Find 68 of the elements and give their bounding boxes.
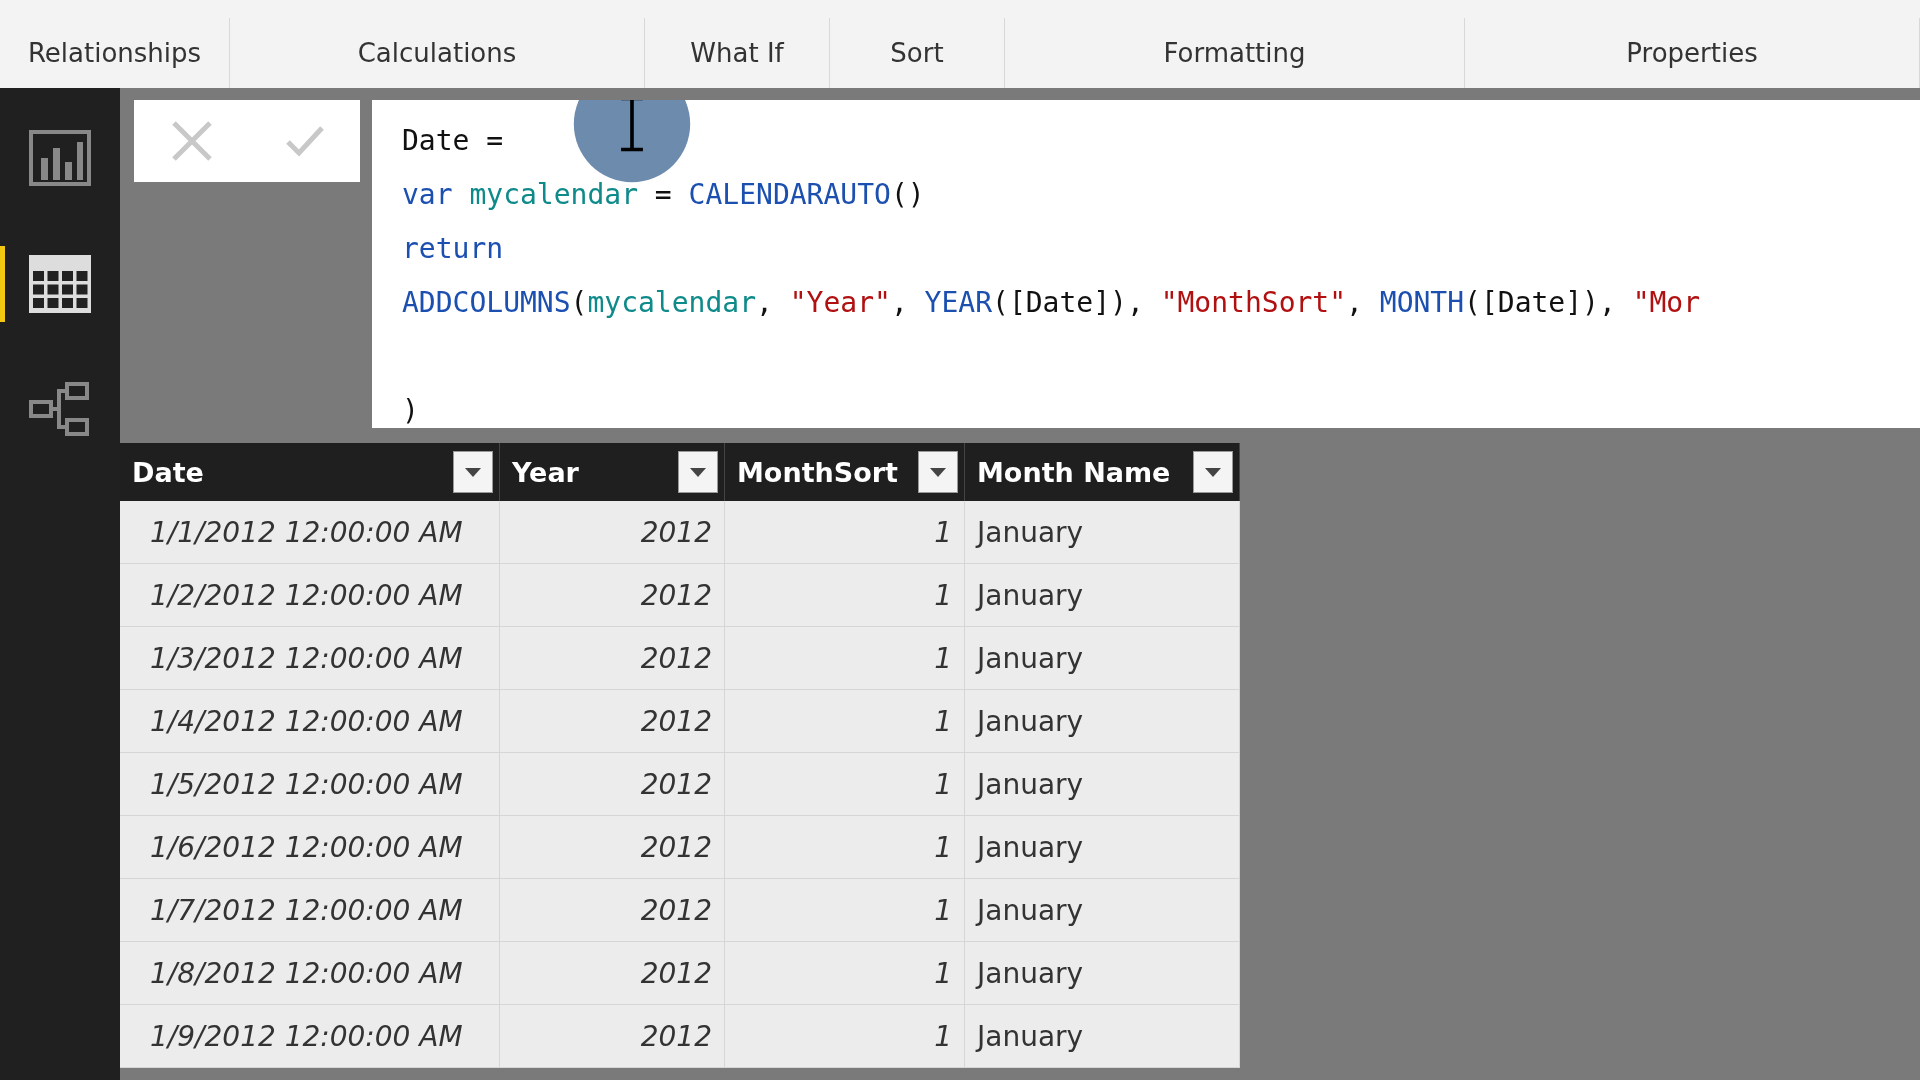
column-title: MonthSort	[737, 456, 898, 488]
table-cell: 1/1/2012 12:00:00 AM	[120, 501, 500, 564]
table-cell: January	[965, 942, 1240, 1005]
ribbon-group-label: Sort	[830, 18, 1005, 88]
code-line: var mycalendar = CALENDARAUTO()	[402, 177, 925, 213]
column-header[interactable]: Date	[120, 443, 500, 501]
ribbon-group-label: Properties	[1465, 18, 1920, 88]
table-cell: January	[965, 816, 1240, 879]
table-grid-icon	[29, 255, 91, 313]
table-cell: 1/5/2012 12:00:00 AM	[120, 753, 500, 816]
table-cell: 2012	[500, 501, 725, 564]
table-cell: 2012	[500, 879, 725, 942]
filter-dropdown[interactable]	[1193, 451, 1233, 493]
table-cell: 1	[725, 942, 965, 1005]
table-cell: 1/7/2012 12:00:00 AM	[120, 879, 500, 942]
ribbon-group-label: What If	[645, 18, 830, 88]
table-cell: 2012	[500, 1005, 725, 1068]
ribbon-group-label: Formatting	[1005, 18, 1465, 88]
column-title: Year	[512, 456, 579, 488]
code-line: return	[402, 231, 504, 267]
table-cell: 1	[725, 816, 965, 879]
table-cell: 1/6/2012 12:00:00 AM	[120, 816, 500, 879]
table-cell: January	[965, 501, 1240, 564]
table-cell: 1	[725, 690, 965, 753]
table-cell: 1/2/2012 12:00:00 AM	[120, 564, 500, 627]
table-cell: 2012	[500, 627, 725, 690]
table-cell: 2012	[500, 816, 725, 879]
formula-editor[interactable]: Date = var mycalendar = CALENDARAUTO() return ADDCOLUMNS(mycalendar, "Year", YEAR([Date]), "MonthSort", MONTH([Date]), "Mor )	[372, 100, 1920, 428]
cursor-highlight-icon	[572, 100, 692, 184]
table-cell: 1	[725, 879, 965, 942]
table-cell: January	[965, 879, 1240, 942]
table-cell: January	[965, 627, 1240, 690]
caret-icon	[1205, 467, 1221, 477]
caret-icon	[690, 467, 706, 477]
table-cell: January	[965, 564, 1240, 627]
table-cell: 2012	[500, 753, 725, 816]
code-line: Date =	[402, 123, 504, 159]
code-line: )	[402, 393, 419, 428]
filter-dropdown[interactable]	[453, 451, 493, 493]
column-header[interactable]: MonthSort	[725, 443, 965, 501]
table-cell: 1/4/2012 12:00:00 AM	[120, 690, 500, 753]
table-cell: 1/9/2012 12:00:00 AM	[120, 1005, 500, 1068]
table-cell: January	[965, 690, 1240, 753]
table-cell: January	[965, 753, 1240, 816]
ribbon-group-label: Calculations	[230, 18, 645, 88]
diagram-icon	[29, 382, 91, 438]
check-icon[interactable]	[284, 125, 325, 157]
code-line: ADDCOLUMNS(mycalendar, "Year", YEAR([Date]), "MonthSort", MONTH([Date]), "Mor	[402, 285, 1701, 321]
table-cell: 1/3/2012 12:00:00 AM	[120, 627, 500, 690]
table-cell: 2012	[500, 564, 725, 627]
bar-chart-icon	[29, 130, 91, 186]
filter-dropdown[interactable]	[678, 451, 718, 493]
table-cell: 1	[725, 501, 965, 564]
table-cell: 1	[725, 753, 965, 816]
column-title: Date	[132, 456, 204, 488]
table-cell: 1/8/2012 12:00:00 AM	[120, 942, 500, 1005]
column-header[interactable]: Month Name	[965, 443, 1240, 501]
table-cell: 1	[725, 564, 965, 627]
column-header[interactable]: Year	[500, 443, 725, 501]
table-cell: 1	[725, 1005, 965, 1068]
table-cell: January	[965, 1005, 1240, 1068]
filter-dropdown[interactable]	[918, 451, 958, 493]
table-cell: 2012	[500, 942, 725, 1005]
caret-icon	[930, 467, 946, 477]
caret-icon	[465, 467, 481, 477]
table-cell: 1	[725, 627, 965, 690]
table-cell: 2012	[500, 690, 725, 753]
column-title: Month Name	[977, 456, 1171, 488]
